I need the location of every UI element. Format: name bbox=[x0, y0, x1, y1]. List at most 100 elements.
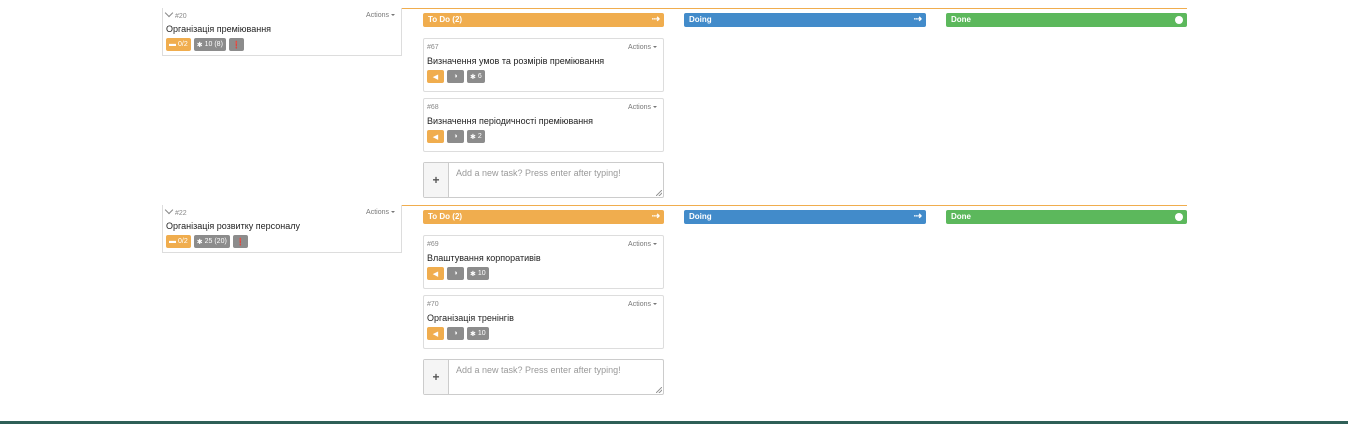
asterisk-icon: ✱ bbox=[470, 133, 476, 141]
progress-button[interactable]: ◑ bbox=[447, 267, 464, 280]
task-title: Визначення періодичності преміювання bbox=[427, 116, 594, 126]
half-circle-icon: ◑ bbox=[453, 270, 458, 277]
add-task-box: + bbox=[423, 162, 664, 198]
tasks-count-badge[interactable]: ▬ 0/2 bbox=[166, 235, 191, 248]
info-button[interactable]: ❗ bbox=[228, 38, 244, 51]
arrow-right-icon[interactable]: ⇢ bbox=[914, 13, 922, 26]
resize-handle[interactable] bbox=[656, 387, 662, 393]
asterisk-icon: ✱ bbox=[196, 41, 203, 49]
task-card[interactable]: #67 Actions Визначення умов та розмірів … bbox=[423, 38, 664, 92]
story-card[interactable]: #22 Actions Організація розвитку персона… bbox=[162, 205, 402, 253]
points-badge[interactable]: ✱ 10 bbox=[467, 267, 489, 280]
story-header: #20 bbox=[164, 8, 187, 20]
chevron-down-icon[interactable] bbox=[164, 205, 174, 215]
move-left-button[interactable]: ◀ bbox=[427, 327, 444, 340]
progress-button[interactable]: ◑ bbox=[447, 70, 464, 83]
task-card[interactable]: #68 Actions Визначення періодичності пре… bbox=[423, 98, 664, 152]
points-badge[interactable]: ✱ 6 bbox=[467, 70, 485, 83]
points-value: 10 bbox=[477, 330, 486, 337]
caret-down-icon bbox=[653, 243, 657, 245]
points-badge[interactable]: ✱ 10 bbox=[467, 327, 489, 340]
task-actions-dropdown[interactable]: Actions bbox=[628, 241, 657, 248]
column-header-doing[interactable]: Doing ⇢ bbox=[684, 210, 926, 224]
column-header-doing[interactable]: Doing ⇢ bbox=[684, 13, 926, 27]
task-actions-dropdown[interactable]: Actions bbox=[628, 104, 657, 111]
move-left-button[interactable]: ◀ bbox=[427, 130, 444, 143]
task-id: #70 bbox=[427, 301, 439, 308]
caret-left-icon: ◀ bbox=[432, 270, 439, 278]
resize-handle[interactable] bbox=[656, 190, 662, 196]
caret-left-icon: ◀ bbox=[432, 330, 439, 338]
progress-button[interactable]: ◑ bbox=[447, 327, 464, 340]
add-task-input[interactable] bbox=[449, 360, 663, 394]
tasks-count: 0/2 bbox=[178, 41, 188, 48]
caret-left-icon: ◀ bbox=[432, 73, 439, 81]
move-left-button[interactable]: ◀ bbox=[427, 267, 444, 280]
add-task-button[interactable]: + bbox=[424, 163, 449, 197]
column-title-done: Done bbox=[951, 15, 971, 24]
arrow-right-icon[interactable]: ⇢ bbox=[652, 210, 660, 223]
story-header: #22 bbox=[164, 205, 187, 217]
caret-down-icon bbox=[653, 106, 657, 108]
half-circle-icon: ◑ bbox=[453, 330, 458, 337]
points-badge[interactable]: ✱ 2 bbox=[467, 130, 485, 143]
circle-icon[interactable] bbox=[1175, 16, 1183, 24]
circle-icon[interactable] bbox=[1175, 213, 1183, 221]
tasks-count: 0/2 bbox=[178, 238, 188, 245]
column-title-done: Done bbox=[951, 212, 971, 221]
actions-label: Actions bbox=[366, 12, 389, 19]
story-title: Організація преміювання bbox=[166, 24, 272, 34]
points-badge[interactable]: ✱ 25 (20) bbox=[193, 235, 230, 248]
task-badges: ◀ ◑ ✱ 10 bbox=[427, 267, 489, 280]
points-value: 10 bbox=[477, 270, 486, 277]
task-actions-dropdown[interactable]: Actions bbox=[628, 44, 657, 51]
points-value: 25 (20) bbox=[204, 238, 227, 245]
actions-label: Actions bbox=[628, 104, 651, 111]
task-badges: ◀ ◑ ✱ 6 bbox=[427, 70, 485, 83]
add-task-button[interactable]: + bbox=[424, 360, 449, 394]
story-actions-dropdown[interactable]: Actions bbox=[366, 12, 395, 19]
task-card[interactable]: #70 Actions Організація тренінгів ◀ ◑ ✱ 1… bbox=[423, 295, 664, 349]
task-badges: ◀ ◑ ✱ 2 bbox=[427, 130, 485, 143]
story-actions-dropdown[interactable]: Actions bbox=[366, 209, 395, 216]
points-value: 2 bbox=[477, 133, 482, 140]
column-header-todo[interactable]: To Do (2) ⇢ bbox=[423, 13, 664, 27]
info-icon: ❗ bbox=[235, 238, 245, 246]
points-value: 10 (8) bbox=[204, 41, 223, 48]
progress-button[interactable]: ◑ bbox=[447, 130, 464, 143]
story-card[interactable]: #20 Actions Організація преміювання ▬ 0/2… bbox=[162, 8, 402, 56]
tasks-count-badge[interactable]: ▬ 0/2 bbox=[166, 38, 191, 51]
caret-down-icon bbox=[653, 46, 657, 48]
move-left-button[interactable]: ◀ bbox=[427, 70, 444, 83]
arrow-right-icon[interactable]: ⇢ bbox=[914, 210, 922, 223]
info-button[interactable]: ❗ bbox=[232, 235, 248, 248]
column-title-todo: To Do (2) bbox=[428, 15, 463, 24]
task-id: #67 bbox=[427, 44, 439, 51]
task-card[interactable]: #69 Actions Влаштування корпоративів ◀ ◑… bbox=[423, 235, 664, 289]
actions-label: Actions bbox=[628, 241, 651, 248]
points-badge[interactable]: ✱ 10 (8) bbox=[193, 38, 226, 51]
column-title-doing: Doing bbox=[689, 15, 712, 24]
column-header-todo[interactable]: To Do (2) ⇢ bbox=[423, 210, 664, 224]
column-header-done[interactable]: Done bbox=[946, 210, 1187, 224]
add-task-input[interactable] bbox=[449, 163, 663, 197]
caret-down-icon bbox=[653, 303, 657, 305]
asterisk-icon: ✱ bbox=[470, 73, 476, 81]
caret-down-icon bbox=[391, 211, 395, 213]
half-circle-icon: ◑ bbox=[453, 133, 458, 140]
folder-icon: ▬ bbox=[169, 238, 176, 245]
points-value: 6 bbox=[477, 73, 482, 80]
story-title: Організація розвитку персоналу bbox=[166, 221, 300, 231]
asterisk-icon: ✱ bbox=[470, 330, 476, 338]
asterisk-icon: ✱ bbox=[470, 270, 476, 278]
column-header-done[interactable]: Done bbox=[946, 13, 1187, 27]
task-badges: ◀ ◑ ✱ 10 bbox=[427, 327, 489, 340]
info-icon: ❗ bbox=[232, 41, 241, 49]
task-title: Визначення умов та розмірів преміювання bbox=[427, 56, 605, 66]
task-actions-dropdown[interactable]: Actions bbox=[628, 301, 657, 308]
chevron-down-icon[interactable] bbox=[164, 8, 174, 18]
folder-icon: ▬ bbox=[169, 41, 176, 48]
actions-label: Actions bbox=[628, 301, 651, 308]
story-id: #20 bbox=[175, 13, 187, 20]
arrow-right-icon[interactable]: ⇢ bbox=[652, 13, 660, 26]
